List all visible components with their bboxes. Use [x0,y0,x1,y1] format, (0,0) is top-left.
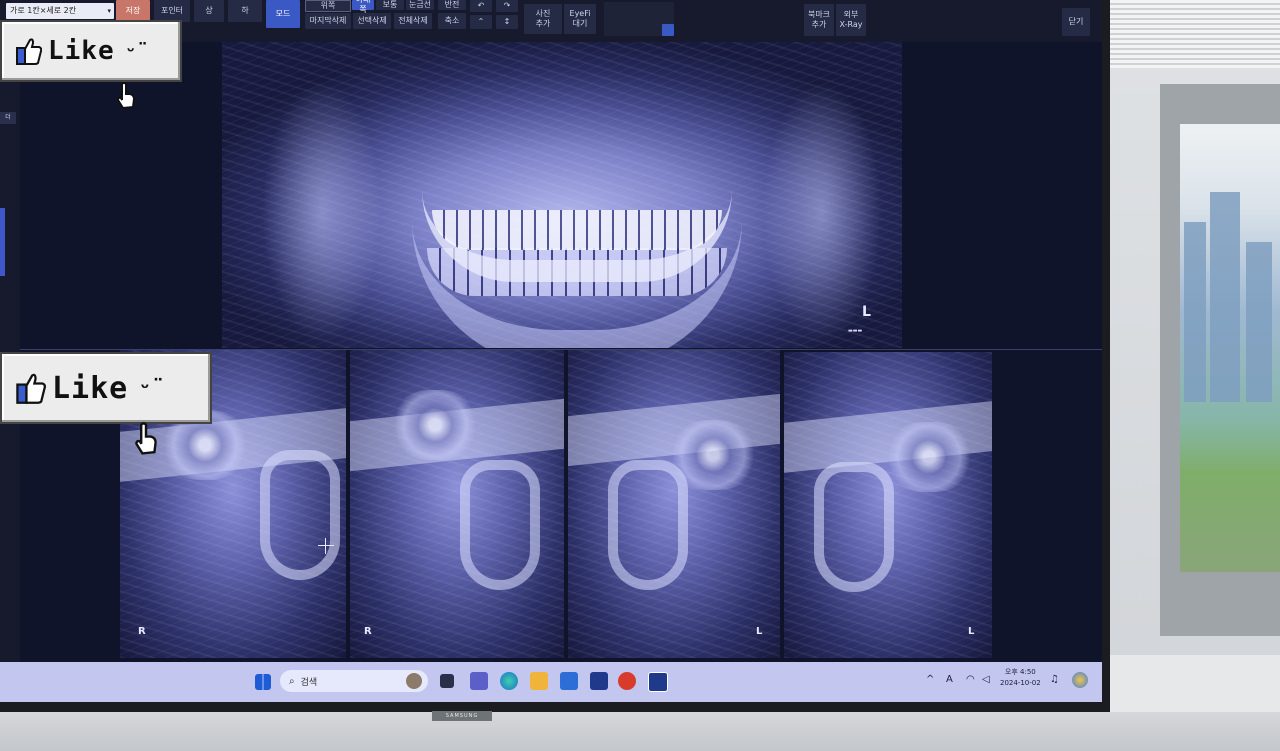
file-explorer-icon[interactable] [530,672,548,690]
xray-structure [884,422,974,492]
upper-button[interactable]: 위쪽 [305,0,351,12]
building [1184,222,1206,402]
save-button[interactable]: 저장 [116,0,150,22]
taskbar-search-input[interactable]: ⌕ 검색 [280,670,428,692]
chevron-down-icon: ▾ [107,7,111,15]
ramus-left [262,82,382,342]
add-bookmark-button[interactable]: 북마크 추가 [804,4,834,36]
close-button[interactable]: 닫기 [1062,8,1090,36]
like-label: Like [52,370,129,406]
copilot-icon[interactable] [1072,672,1088,688]
thumbs-up-icon [16,373,46,404]
zoom-out-button[interactable]: 축소 [438,13,466,29]
all-delete-button[interactable]: 전체삭제 [394,13,432,29]
side-marker: L [862,304,871,320]
rotate-right-icon[interactable]: ↷ [496,0,518,12]
window-view [1180,124,1280,572]
dental-app-icon[interactable] [590,672,608,690]
hand-cursor-icon [135,422,157,455]
condyle-outline [460,460,540,590]
edge-browser-icon[interactable] [500,672,518,690]
smile-icon: ᵕ̈ [124,39,137,63]
arrow-up-icon[interactable]: ⌃ [470,15,492,29]
like-sticker[interactable]: Like ᵕ̈ [0,20,182,82]
building [1246,242,1272,402]
tv-brand-label: SAMSUNG [432,711,492,721]
task-view-icon[interactable] [440,674,454,688]
arrow-down-icon[interactable]: ↕ [496,15,518,29]
building [1210,192,1240,402]
clock-time: 오후 4:50 [1004,668,1036,676]
taskbar-clock[interactable]: 오후 4:50 2024-10-02 [1000,667,1041,689]
lower-button[interactable]: 아래쪽 [352,0,374,14]
mode-button[interactable]: 모드 [266,0,300,28]
windows-taskbar [0,662,1102,702]
condyle-outline [608,460,688,590]
last-delete-button[interactable]: 마지막삭제 [305,13,351,29]
powerpoint-icon[interactable] [618,672,636,690]
tmj-xray-image-2[interactable]: R [350,350,564,658]
external-xray-button[interactable]: 외부 X-Ray [836,4,866,36]
crosshair-icon [318,538,334,554]
left-panel-handle[interactable] [0,208,5,276]
tmj-xray-image-3[interactable]: L [568,350,780,658]
volume-icon[interactable]: ◁ [982,674,990,685]
checkbox-icon[interactable] [662,24,674,36]
ruler-button[interactable]: 눈금선 [406,0,434,10]
ime-icon[interactable]: A [946,674,953,685]
tmj-xray-image-4[interactable]: L [784,352,992,658]
search-icon: ⌕ [289,675,295,687]
add-photo-button[interactable]: 사진 추가 [524,4,562,34]
condyle-outline [260,450,340,580]
eyefi-button[interactable]: EyeFi 대기 [564,4,596,34]
device-logo: ▬▬▬ [848,328,863,334]
condyle-outline [814,462,894,592]
side-marker: L [968,626,975,637]
down-button[interactable]: 하 [228,0,262,22]
mail-icon[interactable] [560,672,578,690]
upper-teeth [432,210,722,250]
like-sticker[interactable]: Like ᵕ̈ [0,352,212,424]
ramus-right [762,82,882,342]
photo-scene: SAMSUNG 가로 1칸×세로 2칸 ▾ 저장 포인터 상 하 모드 위쪽 아… [0,0,1280,751]
side-marker: R [138,626,146,637]
monitor-screen: 가로 1칸×세로 2칸 ▾ 저장 포인터 상 하 모드 위쪽 아래쪽 보통 눈금… [0,0,1102,702]
search-highlight-icon [406,673,422,689]
dental-viewer-icon[interactable] [648,672,668,692]
select-delete-button[interactable]: 선택삭제 [353,13,391,29]
xray-structure [390,390,480,460]
up-button[interactable]: 상 [194,0,224,22]
pointer-button[interactable]: 포인터 [154,0,190,22]
teams-icon[interactable] [470,672,488,690]
side-marker: L [756,626,763,637]
wifi-icon[interactable]: ◠ [966,674,975,685]
thumbs-up-icon [16,38,42,65]
normal-button[interactable]: 보통 [376,0,404,10]
panoramic-xray-image[interactable]: L ▬▬▬ [222,42,902,348]
side-marker: R [364,626,372,637]
reverse-button[interactable]: 반전 [438,0,466,10]
notification-bell-icon[interactable]: ♫ [1050,674,1059,685]
desk-edge [0,712,1280,751]
layout-select[interactable]: 가로 1칸×세로 2칸 ▾ [6,3,114,19]
clock-date: 2024-10-02 [1000,679,1041,687]
paper-stack [1108,0,1280,68]
like-label: Like [48,36,115,66]
chevron-up-icon[interactable]: ^ [926,674,934,685]
left-panel-tab[interactable]: 더 [0,112,16,124]
search-placeholder: 검색 [300,677,318,688]
rotate-left-icon[interactable]: ↶ [470,0,492,12]
hand-cursor-icon [116,82,136,110]
smile-icon: ᵕ̈ [138,375,152,401]
layout-select-value: 가로 1칸×세로 2칸 [10,6,77,15]
windows-start-icon[interactable] [255,674,271,690]
